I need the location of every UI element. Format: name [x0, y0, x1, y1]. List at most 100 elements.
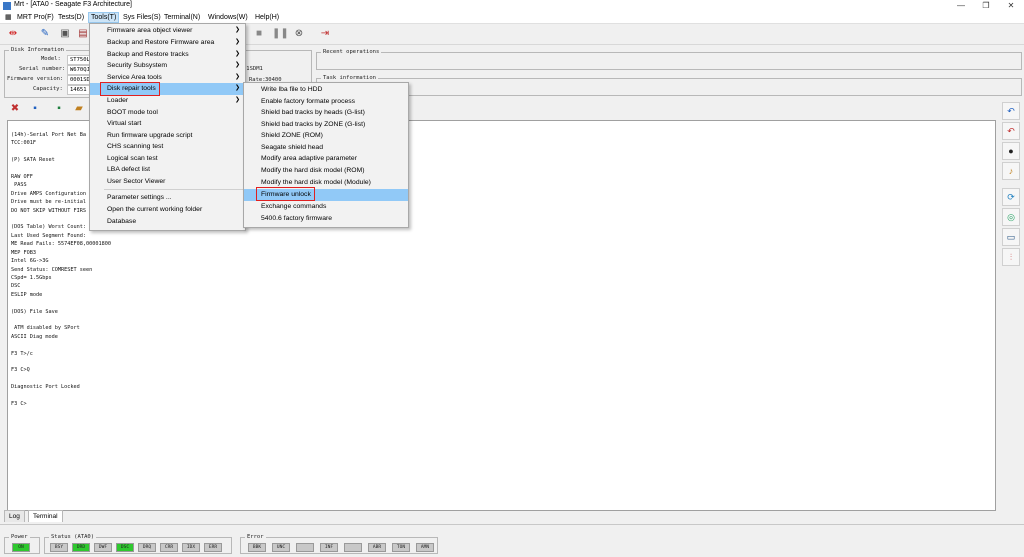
- menu-app-icon: ▦: [5, 14, 12, 21]
- submenu-arrow-icon: ❯: [234, 39, 240, 45]
- menu-item-firmware-upgrade[interactable]: Run firmware upgrade script: [90, 130, 192, 142]
- title-bar: Mrt - [ATA0 - Seagate F3 Architecture] —…: [0, 0, 1024, 12]
- serial-label: Serial number:: [19, 66, 66, 72]
- exit-icon[interactable]: ⇥: [318, 27, 332, 41]
- music-icon[interactable]: ♪: [1002, 162, 1020, 180]
- submenu-shield-zone-rom[interactable]: Shield ZONE (ROM): [244, 130, 408, 142]
- monitor-icon[interactable]: ▭: [1002, 228, 1020, 246]
- submenu-modify-adaptive[interactable]: Modify area adaptive parameter: [244, 153, 408, 165]
- status-idx: IDX: [182, 543, 200, 552]
- menu-item-security[interactable]: Security Subsystem ❯: [90, 60, 245, 72]
- status-bar: Power ON Status (ATA0) BSY DRD DWF DSC D…: [0, 524, 1024, 557]
- submenu-exchange-commands[interactable]: Exchange commands: [244, 201, 408, 213]
- open-folder-icon[interactable]: ▰: [72, 102, 86, 116]
- status-bsy: BSY: [50, 543, 68, 552]
- menu-item-label: Service Area tools: [107, 73, 162, 81]
- menu-help[interactable]: Help(H): [253, 12, 281, 23]
- menu-item-chs-scan[interactable]: CHS scanning test: [90, 141, 163, 153]
- menu-tools[interactable]: Tools(T): [88, 12, 120, 23]
- error-unc: UNC: [272, 543, 290, 552]
- status-crr: CRR: [160, 543, 178, 552]
- menu-item-label: Backup and Restore Firmware area: [107, 39, 215, 46]
- error-title: Error: [245, 533, 266, 541]
- capacity-label: Capacity:: [33, 86, 63, 92]
- status-dwf: DWF: [94, 543, 112, 552]
- redo-icon[interactable]: ↶: [1002, 122, 1020, 140]
- menu-item-database[interactable]: Database: [90, 216, 136, 228]
- status-drq: DRQ: [138, 543, 156, 552]
- menu-item-logical-scan[interactable]: Logical scan test: [90, 153, 158, 165]
- task-info-group: Task information: [316, 74, 1022, 96]
- power-indicator: ON: [12, 543, 30, 552]
- submenu-arrow-icon: ❯: [234, 85, 240, 91]
- menu-separator: [104, 189, 243, 190]
- maximize-button[interactable]: ❐: [975, 0, 997, 12]
- submenu-5400-factory[interactable]: 5400.6 factory firmware: [244, 213, 408, 225]
- error-blank-1: [296, 543, 314, 552]
- menu-item-label: Backup and Restore tracks: [107, 50, 189, 58]
- menu-item-virtual-start[interactable]: Virtual start: [90, 118, 141, 130]
- menu-item-backup-firmware[interactable]: Backup and Restore Firmware area ❯: [90, 37, 245, 49]
- stop-icon[interactable]: ■: [252, 27, 266, 41]
- task-info-title: Task information: [321, 74, 378, 82]
- clear-icon[interactable]: ✖: [8, 102, 22, 116]
- tool-icon[interactable]: ▤: [76, 27, 90, 41]
- menu-item-label: Firmware area object viewer: [107, 27, 193, 34]
- menu-mrt-pro[interactable]: MRT Pro(F): [15, 12, 56, 23]
- cycle-icon[interactable]: ◎: [1002, 208, 1020, 226]
- status-err: ERR: [204, 543, 222, 552]
- menu-item-boot-mode[interactable]: BOOT mode tool: [90, 107, 158, 119]
- menu-item-loader[interactable]: Loader ❯: [90, 95, 245, 107]
- save-icon[interactable]: ▪: [28, 102, 42, 116]
- tab-log[interactable]: Log: [4, 510, 25, 522]
- submenu-arrow-icon: ❯: [234, 97, 240, 103]
- menu-item-sector-viewer[interactable]: User Sector Viewer: [90, 176, 165, 188]
- menu-tests[interactable]: Tests(D): [56, 12, 86, 23]
- submenu-shield-zone-glist[interactable]: Shield bad tracks by ZONE (G-list): [244, 119, 408, 131]
- window-title: Mrt - [ATA0 - Seagate F3 Architecture]: [14, 1, 133, 8]
- cancel-icon[interactable]: ⊗: [292, 27, 306, 41]
- chart-icon[interactable]: ⫶: [1002, 248, 1020, 266]
- menu-item-label: Security Subsystem: [107, 62, 168, 69]
- error-inf: INF: [320, 543, 338, 552]
- disk-info-title: Disk Information: [9, 46, 66, 54]
- submenu-enable-format[interactable]: Enable factory formate process: [244, 96, 408, 108]
- menu-item-firmware-viewer[interactable]: Firmware area object viewer ❯: [90, 25, 245, 37]
- power-title: Power: [9, 533, 30, 541]
- close-button[interactable]: ✕: [1000, 0, 1022, 12]
- status-drd: DRD: [72, 543, 90, 552]
- menu-item-backup-tracks[interactable]: Backup and Restore tracks ❯: [90, 49, 245, 61]
- menu-item-open-folder[interactable]: Open the current working folder: [90, 204, 202, 216]
- disk-repair-highlight-box: [100, 82, 160, 96]
- error-amn: AMN: [416, 543, 434, 552]
- menu-item-label: Loader: [107, 97, 129, 104]
- record-icon[interactable]: ●: [1002, 142, 1020, 160]
- status-title: Status (ATA0): [49, 533, 97, 541]
- minimize-button[interactable]: —: [950, 0, 972, 12]
- pause-icon[interactable]: ❚❚: [272, 27, 289, 41]
- tab-terminal[interactable]: Terminal: [28, 510, 63, 522]
- drive-icon[interactable]: ▣: [58, 27, 72, 41]
- menu-terminal[interactable]: Terminal(N): [162, 12, 202, 23]
- submenu-arrow-icon: ❯: [234, 50, 240, 57]
- submenu-write-lba[interactable]: Write lba file to HDD: [244, 84, 408, 96]
- app-icon: [3, 2, 11, 10]
- error-abr: ABR: [368, 543, 386, 552]
- save-as-icon[interactable]: ▪: [52, 102, 66, 116]
- probe-icon[interactable]: ✎: [38, 27, 52, 41]
- menu-item-parameter-settings[interactable]: Parameter settings ...: [90, 192, 172, 204]
- submenu-shield-head[interactable]: Seagate shield head: [244, 142, 408, 154]
- status-dsc: DSC: [116, 543, 134, 552]
- menu-item-lba-defect[interactable]: LBA defect list: [90, 164, 150, 176]
- submenu-modify-model-rom[interactable]: Modify the hard disk model (ROM): [244, 165, 408, 177]
- submenu-shield-heads[interactable]: Shield bad tracks by heads (G-list): [244, 107, 408, 119]
- submenu-arrow-icon: ❯: [234, 73, 240, 80]
- undo-icon[interactable]: ↶: [1002, 102, 1020, 120]
- submenu-arrow-icon: ❯: [234, 27, 240, 33]
- menu-windows[interactable]: Windows(W): [206, 12, 250, 23]
- refresh-icon[interactable]: ⟳: [1002, 188, 1020, 206]
- menu-sys-files[interactable]: Sys Files(S): [121, 12, 163, 23]
- terminal-toolbar: ✖ ▪ ▪ ▰: [6, 100, 86, 118]
- disconnect-icon[interactable]: ⇹: [6, 27, 20, 41]
- error-ton: TON: [392, 543, 410, 552]
